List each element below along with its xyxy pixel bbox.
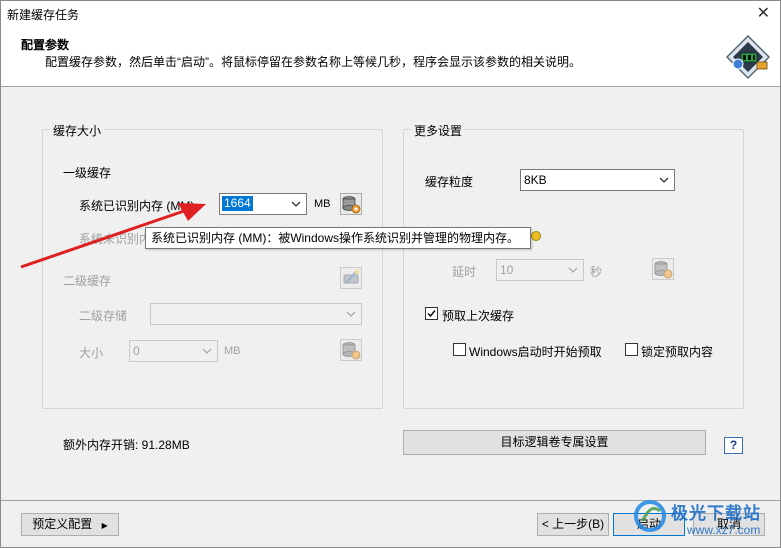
memory-cache-icon	[725, 34, 771, 80]
prefetch-label: 预取上次缓存	[442, 309, 515, 323]
chevron-down-icon	[568, 267, 578, 273]
l2-size-unit: MB	[224, 345, 241, 357]
watermark-brand: 极光下载站	[671, 504, 761, 523]
lock-prefetch-label: 锁定预取内容	[641, 345, 714, 359]
title-bar: 新建缓存任务 ✕	[1, 1, 780, 27]
chevron-down-icon	[346, 311, 356, 317]
wizard-header: 配置参数 配置缓存参数，然后单击“启动”。将鼠标停留在参数名称上等候几秒，程序会…	[1, 27, 780, 87]
help-icon[interactable]: ?	[724, 437, 743, 454]
prefetch-checkbox[interactable]	[425, 307, 438, 320]
database-gear-icon	[654, 261, 673, 279]
l2-cache-wizard-button[interactable]	[340, 267, 362, 289]
l2-storage-combo[interactable]	[150, 303, 362, 325]
l2-storage-label: 二级存储	[79, 309, 128, 323]
extra-memory-text: 额外内存开销: 91.28MB	[63, 438, 190, 452]
chevron-down-icon	[291, 201, 301, 207]
watermark: 极光下载站 www.xz7.com	[631, 495, 781, 547]
l2-size-label: 大小	[79, 346, 104, 360]
windows-start-prefetch-label: Windows启动时开始预取	[469, 345, 602, 359]
predefined-config-label: 预定义配置	[32, 517, 93, 531]
more-settings-legend: 更多设置	[411, 122, 466, 139]
predefined-config-button[interactable]: 预定义配置 ▶	[21, 513, 119, 536]
page-title: 配置参数	[21, 38, 70, 52]
recognized-memory-settings-button[interactable]	[340, 193, 362, 215]
window-title: 新建缓存任务	[7, 8, 80, 22]
l2-size-combo[interactable]: 0	[129, 340, 218, 362]
delay-value: 10	[500, 263, 514, 277]
recognized-memory-combo[interactable]: 1664	[219, 193, 307, 215]
disk-wand-icon	[343, 270, 359, 284]
database-gear-icon	[342, 342, 361, 360]
l2-size-value: 0	[133, 344, 140, 358]
dialog-window: 新建缓存任务 ✕ 配置参数 配置缓存参数，然后单击“启动”。将鼠标停留在参数名称…	[0, 0, 781, 548]
watermark-logo-icon	[634, 500, 666, 532]
delay-unit: 秒	[590, 265, 603, 279]
cache-size-legend: 缓存大小	[50, 122, 105, 139]
triangle-right-icon: ▶	[101, 521, 108, 530]
delay-settings-button[interactable]	[652, 258, 674, 280]
lock-prefetch-checkbox[interactable]	[625, 343, 638, 356]
checkmark-icon	[427, 310, 436, 318]
windows-start-prefetch-checkbox[interactable]	[453, 343, 466, 356]
delay-label: 延时	[452, 265, 477, 279]
watermark-url: www.xz7.com	[687, 523, 761, 537]
database-gear-icon	[342, 196, 361, 214]
chevron-down-icon	[202, 348, 212, 354]
l1-cache-heading: 一级缓存	[63, 166, 112, 180]
info-bulb-icon	[531, 231, 541, 241]
delay-combo[interactable]: 10	[496, 259, 584, 281]
granularity-combo[interactable]: 8KB	[520, 169, 675, 191]
l2-size-settings-button[interactable]	[340, 339, 362, 361]
red-arrow-annotation	[20, 203, 206, 269]
granularity-label: 缓存粒度	[425, 175, 474, 189]
page-description: 配置缓存参数，然后单击“启动”。将鼠标停留在参数名称上等候几秒，程序会显示该参数…	[45, 55, 581, 69]
recognized-memory-unit: MB	[314, 198, 331, 210]
chevron-down-icon	[659, 177, 669, 183]
close-icon[interactable]: ✕	[757, 3, 770, 23]
granularity-value: 8KB	[524, 173, 547, 187]
back-button[interactable]: < 上一步(B)	[537, 513, 609, 536]
l2-cache-heading: 二级缓存	[63, 274, 112, 288]
recognized-memory-value: 1664	[222, 196, 253, 211]
target-volume-settings-button[interactable]: 目标逻辑卷专属设置	[403, 430, 706, 455]
